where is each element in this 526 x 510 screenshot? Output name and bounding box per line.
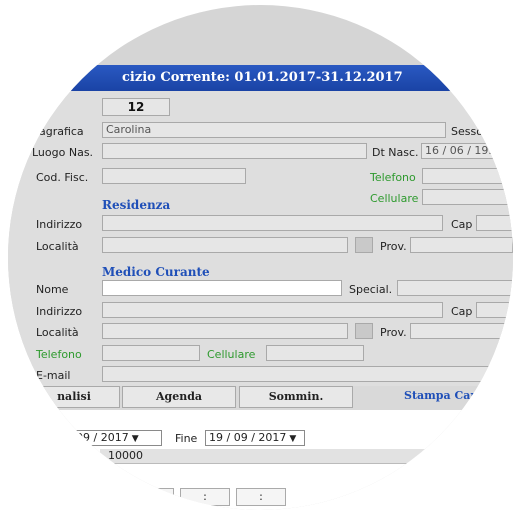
code-label: e xyxy=(36,101,43,114)
sesso-label: Sesso xyxy=(451,125,483,138)
medico-title: Medico Curante xyxy=(102,265,210,279)
codfisc-field[interactable] xyxy=(102,168,246,184)
res-cap-field[interactable] xyxy=(476,215,513,231)
med-localita-label: Località xyxy=(36,326,79,339)
exercise-title: cizio Corrente: 01.01.2017-31.12.2017 xyxy=(122,70,403,85)
amount-row: 10000 xyxy=(100,449,513,464)
telefono-label: Telefono xyxy=(370,171,416,184)
fine-date-value: 19 / 09 / 2017 xyxy=(209,431,287,444)
med-nome-field[interactable] xyxy=(102,280,342,296)
res-cap-label: Cap xyxy=(451,218,473,231)
res-localita-label: Località xyxy=(36,240,79,253)
med-cellulare-field[interactable] xyxy=(266,345,364,361)
chevron-down-icon: ▼ xyxy=(289,434,297,444)
med-telefono-label: Telefono xyxy=(36,348,82,361)
app-window: cizio Corrente: 01.01.2017-31.12.2017 e … xyxy=(8,5,513,510)
dtnasc-label: Dt Nasc. xyxy=(372,146,419,159)
cellulare-field[interactable] xyxy=(422,189,513,205)
cellulare-label: Cellulare xyxy=(370,192,419,205)
fine-date-select[interactable]: 19 / 09 / 2017 ▼ xyxy=(205,430,305,446)
start-date-value: 09 / 2017 xyxy=(76,431,129,444)
med-prov-field[interactable] xyxy=(410,323,513,339)
med-telefono-field[interactable] xyxy=(102,345,200,361)
med-email-field[interactable] xyxy=(102,366,494,382)
time-field-3[interactable]: : xyxy=(236,488,286,506)
title-bar: cizio Corrente: 01.01.2017-31.12.2017 xyxy=(8,65,513,91)
code-field[interactable]: 12 xyxy=(102,98,170,116)
tab-sommin[interactable]: Sommin. xyxy=(239,386,353,408)
med-special-field[interactable] xyxy=(397,280,513,296)
luogo-label: Luogo Nas. xyxy=(32,146,94,159)
residenza-title: Residenza xyxy=(102,198,171,212)
anagrafica-field[interactable]: Carolina xyxy=(102,122,446,138)
res-indirizzo-field[interactable] xyxy=(102,215,443,231)
codfisc-label: Cod. Fisc. xyxy=(36,171,89,184)
med-special-label: Special. xyxy=(349,283,393,296)
telefono-field[interactable] xyxy=(422,168,513,184)
res-localita-lookup-button[interactable] xyxy=(355,237,373,253)
tab-agenda[interactable]: Agenda xyxy=(122,386,236,408)
tab-bar: nalisi Agenda Sommin. Stampa Car xyxy=(8,386,513,410)
chevron-down-icon: ▼ xyxy=(131,434,139,444)
tab-analisi[interactable]: nalisi xyxy=(28,386,120,408)
sesso-field[interactable] xyxy=(486,122,513,138)
med-prov-label: Prov. xyxy=(380,326,407,339)
med-indirizzo-field[interactable] xyxy=(102,302,443,318)
dtnasc-field[interactable]: 16 / 06 / 193 xyxy=(421,143,513,159)
res-prov-label: Prov. xyxy=(380,240,407,253)
med-localita-field[interactable] xyxy=(102,323,348,339)
med-cap-field[interactable] xyxy=(476,302,513,318)
luogo-field[interactable] xyxy=(102,143,367,159)
time-separator: : xyxy=(259,490,263,503)
res-localita-field[interactable] xyxy=(102,237,348,253)
med-cap-label: Cap xyxy=(451,305,473,318)
med-email-label: E-mail xyxy=(36,369,71,382)
time-separator: : xyxy=(203,490,207,503)
start-date-select[interactable]: 09 / 2017 ▼ xyxy=(72,430,162,446)
res-prov-field[interactable] xyxy=(410,237,513,253)
med-nome-label: Nome xyxy=(36,283,69,296)
time-field-1[interactable] xyxy=(154,488,174,506)
tab-stampa[interactable]: Stampa Car xyxy=(404,386,513,408)
med-indirizzo-label: Indirizzo xyxy=(36,305,83,318)
fine-label: Fine xyxy=(175,432,198,445)
res-indirizzo-label: Indirizzo xyxy=(36,218,83,231)
anagrafica-label: nagrafica xyxy=(32,125,84,138)
amount-value: 10000 xyxy=(108,449,143,462)
med-cellulare-label: Cellulare xyxy=(207,348,256,361)
time-field-2[interactable]: : xyxy=(180,488,230,506)
med-localita-lookup-button[interactable] xyxy=(355,323,373,339)
